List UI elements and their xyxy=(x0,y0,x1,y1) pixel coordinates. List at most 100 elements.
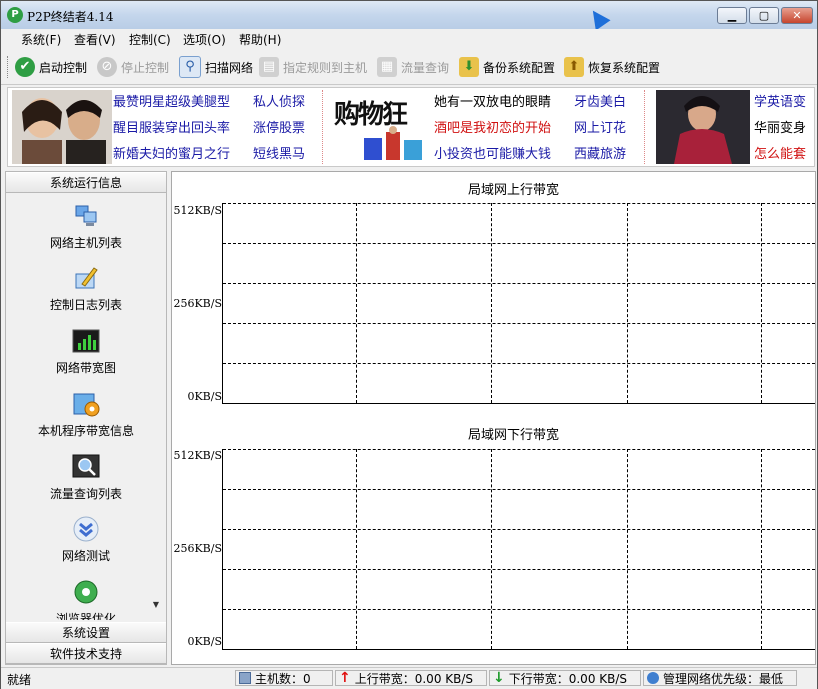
ad-link[interactable]: 牙齿美白 xyxy=(574,91,626,110)
sidebar-item-label: 网络带宽图 xyxy=(55,361,116,375)
sidebar-item-label: 网络测试 xyxy=(61,549,110,563)
bar-chart-icon xyxy=(72,329,100,353)
y-tick-label: 512KB/S xyxy=(173,449,222,462)
ad-link[interactable]: 她有一双放电的眼睛 xyxy=(434,91,551,110)
y-tick-label: 0KB/S xyxy=(187,635,222,648)
menu-bar: 系统(F) 查看(V) 控制(C) 选项(O) 帮助(H) xyxy=(1,29,817,49)
download-bandwidth-cell: ↓ 下行带宽：0.00 KB/S xyxy=(489,670,641,686)
start-control-label: 启动控制 xyxy=(39,60,88,75)
status-ready-text: 就绪 xyxy=(7,673,32,687)
ad-link[interactable]: 私人侦探 xyxy=(253,91,305,110)
upload-graph-title: 局域网上行带宽 xyxy=(468,183,560,198)
ad-divider xyxy=(644,90,645,164)
y-tick-label: 256KB/S xyxy=(173,542,222,555)
close-button[interactable]: ✕ xyxy=(781,7,813,24)
grid-line xyxy=(223,609,815,610)
menu-system[interactable]: 系统(F) xyxy=(21,31,61,48)
title-bar[interactable]: P P2P终结者4.14 ▁ ▢ ✕ xyxy=(1,1,817,31)
y-tick-label: 0KB/S xyxy=(187,390,222,403)
menu-control[interactable]: 控制(C) xyxy=(129,31,171,48)
assign-rule-label: 指定规则到主机 xyxy=(283,60,368,75)
grid-line xyxy=(356,449,357,649)
sidebar-item-browser-optimize[interactable]: 浏览器优化 xyxy=(6,578,166,620)
ad-link[interactable]: 华丽变身 xyxy=(754,117,806,136)
toolbar-grip[interactable] xyxy=(7,56,11,78)
grid-line xyxy=(223,323,815,324)
ad-link[interactable]: 网上订花 xyxy=(574,117,626,136)
sidebar-item-host-list[interactable]: 网络主机列表 xyxy=(6,202,166,262)
grid-line xyxy=(356,203,357,403)
download-bandwidth-text: 下行带宽：0.00 KB/S xyxy=(508,671,628,686)
grid-line xyxy=(223,449,815,450)
app-window: P P2P终结者4.14 ▁ ▢ ✕ 系统(F) 查看(V) 控制(C) 选项(… xyxy=(0,0,818,689)
ad-link[interactable]: 短线黑马 xyxy=(253,143,305,162)
upload-bandwidth-text: 上行带宽：0.00 KB/S xyxy=(354,671,474,686)
sidebar-item-label: 浏览器优化 xyxy=(55,612,116,620)
grid-line xyxy=(761,203,762,403)
sidebar-item-label: 网络主机列表 xyxy=(49,236,122,250)
toolbar: ✔ 启动控制 ⊘ 停止控制 ⚲ 扫描网络 ▤ 指定规则到主机 ▦ 流量查询 ⬇ … xyxy=(1,50,817,85)
traffic-query-button[interactable]: ▦ 流量查询 xyxy=(377,55,449,79)
ad-link[interactable]: 学英语变 xyxy=(754,91,806,110)
scroll-down-arrow-icon[interactable]: ▼ xyxy=(150,600,162,612)
ad-link[interactable]: 新婚夫妇的蜜月之行 xyxy=(113,143,230,162)
couple-photo-ad[interactable] xyxy=(12,90,112,164)
stop-control-label: 停止控制 xyxy=(121,60,170,75)
sidebar-item-bandwidth-chart[interactable]: 网络带宽图 xyxy=(6,327,166,387)
sidebar-item-label: 本机程序带宽信息 xyxy=(37,424,134,438)
menu-help[interactable]: 帮助(H) xyxy=(239,31,281,48)
ad-link[interactable]: 西藏旅游 xyxy=(574,143,626,162)
fashion-photo-ad[interactable] xyxy=(656,90,750,164)
bandwidth-graph-panel: 局域网上行带宽 512KB/S 256KB/S 0KB/S 局域网下行带宽 51… xyxy=(171,171,816,665)
globe-icon xyxy=(647,672,659,684)
host-count-cell: 主机数：0 xyxy=(235,670,333,686)
menu-options[interactable]: 选项(O) xyxy=(183,31,226,48)
sidebar-item-traffic-list[interactable]: 流量查询列表 xyxy=(6,453,166,513)
grid-line xyxy=(627,449,628,649)
sidebar-item-program-bandwidth[interactable]: 本机程序带宽信息 xyxy=(6,390,166,450)
backup-config-label: 备份系统配置 xyxy=(483,60,556,75)
ad-banner-strip: 最赞明星超级美腿型 醒目服装穿出回头率 新婚夫妇的蜜月之行 私人侦探 涨停股票 … xyxy=(7,87,815,167)
rule-icon: ▤ xyxy=(259,57,279,77)
mouse-cursor-icon xyxy=(585,5,611,31)
assign-rule-button[interactable]: ▤ 指定规则到主机 xyxy=(259,55,367,79)
window-title: P2P终结者4.14 xyxy=(27,10,114,24)
ad-link[interactable]: 小投资也可能赚大钱 xyxy=(434,143,551,162)
app-logo-icon: P xyxy=(7,7,23,23)
restore-config-button[interactable]: ⬆ 恢复系统配置 xyxy=(564,55,660,79)
sidebar-item-network-test[interactable]: 网络测试 xyxy=(6,515,166,575)
sidebar-header[interactable]: 系统运行信息 xyxy=(6,172,166,193)
priority-cell: 管理网络优先级：最低 xyxy=(643,670,797,686)
ad-divider xyxy=(322,90,323,164)
stop-icon: ⊘ xyxy=(97,57,117,77)
ad-link[interactable]: 怎么能套 xyxy=(754,143,806,162)
up-arrow-icon: ↑ xyxy=(339,670,351,686)
computers-icon xyxy=(75,205,97,226)
scan-network-label: 扫描网络 xyxy=(205,60,254,75)
green-gear-icon xyxy=(74,580,98,604)
status-bar: 就绪 主机数：0 ↑ 上行带宽：0.00 KB/S ↓ 下行带宽：0.00 KB… xyxy=(1,667,817,689)
grid-line xyxy=(223,203,815,204)
shopping-banner-ad[interactable]: 购物狂 xyxy=(330,90,430,164)
sidebar-item-label: 控制日志列表 xyxy=(49,298,122,312)
minimize-button[interactable]: ▁ xyxy=(717,7,747,24)
sidebar-item-control-log[interactable]: 控制日志列表 xyxy=(6,264,166,324)
backup-config-button[interactable]: ⬇ 备份系统配置 xyxy=(459,55,555,79)
stop-control-button[interactable]: ⊘ 停止控制 xyxy=(97,55,169,79)
start-control-button[interactable]: ✔ 启动控制 xyxy=(15,55,87,79)
maximize-button[interactable]: ▢ xyxy=(749,7,779,24)
grid-line xyxy=(491,449,492,649)
menu-view[interactable]: 查看(V) xyxy=(74,31,116,48)
sidebar-section-settings[interactable]: 系统设置 xyxy=(6,622,166,643)
ad-link[interactable]: 最赞明星超级美腿型 xyxy=(113,91,230,110)
scan-network-button[interactable]: ⚲ 扫描网络 xyxy=(179,55,253,79)
traffic-query-label: 流量查询 xyxy=(401,60,450,75)
download-graph-title: 局域网下行带宽 xyxy=(468,428,560,443)
sidebar-section-support[interactable]: 软件技术支持 xyxy=(6,643,166,664)
ad-link[interactable]: 酒吧是我初恋的开始 xyxy=(434,117,551,136)
ad-link[interactable]: 涨停股票 xyxy=(253,117,305,136)
grid-line xyxy=(223,243,815,244)
grid-line xyxy=(491,203,492,403)
sidebar-item-label: 流量查询列表 xyxy=(49,487,122,501)
ad-link[interactable]: 醒目服装穿出回头率 xyxy=(113,117,230,136)
